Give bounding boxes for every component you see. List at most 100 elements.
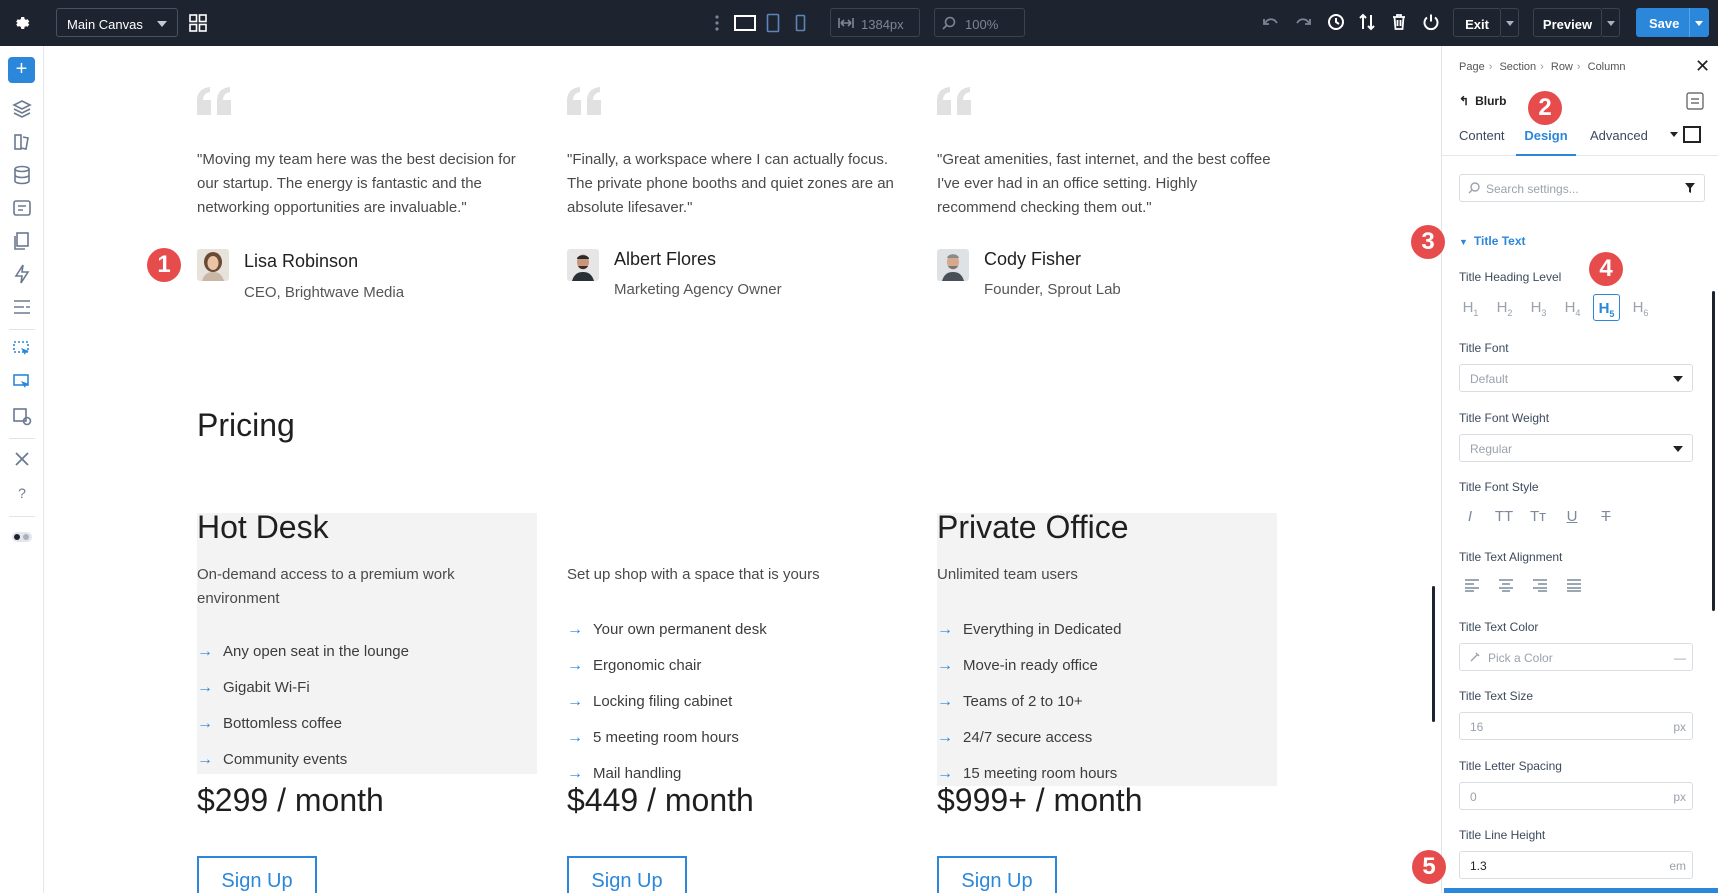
- signup-button[interactable]: Sign Up: [197, 856, 317, 893]
- annotation-badge-3: 3: [1411, 225, 1445, 259]
- preview-dropdown-toggle[interactable]: [1602, 8, 1620, 37]
- plan-description: Set up shop with a space that is yours: [567, 566, 820, 583]
- uppercase-icon[interactable]: TT: [1493, 508, 1515, 525]
- canvas-width-value: 1384px: [861, 17, 904, 32]
- panel-scrollbar[interactable]: [1712, 291, 1715, 611]
- testimonial-role: Founder, Sprout Lab: [984, 281, 1121, 298]
- layers-icon[interactable]: [11, 98, 33, 120]
- testimonial-quote: "Moving my team here was the best decisi…: [197, 151, 516, 216]
- exit-button[interactable]: Exit: [1453, 8, 1501, 37]
- title-text-group[interactable]: ▼ Title Text: [1459, 234, 1526, 248]
- sidebar-divider: [9, 516, 35, 517]
- title-font-weight-label: Title Font Weight: [1459, 411, 1550, 425]
- align-center-icon[interactable]: [1498, 578, 1514, 592]
- strikethrough-icon[interactable]: T: [1595, 508, 1617, 525]
- heading-level-h4[interactable]: H4: [1559, 294, 1586, 321]
- title-letter-spacing-input[interactable]: 0 px: [1459, 782, 1693, 810]
- filter-icon[interactable]: [1684, 182, 1696, 194]
- trash-icon[interactable]: [1391, 13, 1407, 31]
- power-icon[interactable]: [1422, 13, 1440, 31]
- tab-content[interactable]: Content: [1459, 128, 1505, 156]
- annotation-badge-2: 2: [1528, 91, 1562, 125]
- plan-title: Hot Desk: [197, 509, 329, 545]
- avatar: [567, 249, 599, 281]
- title-text-size-label: Title Text Size: [1459, 689, 1534, 703]
- history-clock-icon[interactable]: [1327, 13, 1345, 31]
- italic-icon[interactable]: I: [1459, 508, 1481, 525]
- chevron-down-icon: [1673, 376, 1683, 382]
- more-vertical-icon[interactable]: [714, 14, 720, 32]
- signup-button[interactable]: Sign Up: [567, 856, 687, 893]
- align-right-icon[interactable]: [1532, 578, 1548, 592]
- panel-options-icon[interactable]: [1686, 92, 1704, 110]
- tab-advanced[interactable]: Advanced: [1590, 128, 1648, 156]
- list-icon[interactable]: [11, 296, 33, 318]
- plan-feature: Teams of 2 to 10+: [937, 693, 1083, 711]
- database-icon[interactable]: [11, 164, 33, 186]
- breadcrumb-item[interactable]: Page: [1459, 61, 1485, 73]
- tablet-view-icon[interactable]: [766, 13, 780, 33]
- signup-button[interactable]: Sign Up: [937, 856, 1057, 893]
- preview-button[interactable]: Preview: [1533, 8, 1602, 37]
- sort-arrows-icon[interactable]: [1359, 13, 1375, 31]
- testimonial-name: Cody Fisher: [984, 249, 1082, 269]
- title-font-weight-select[interactable]: Regular: [1459, 434, 1693, 462]
- plan-feature: Gigabit Wi-Fi: [197, 679, 310, 697]
- testimonial-role: CEO, Brightwave Media: [244, 284, 405, 301]
- heading-level-h2[interactable]: H2: [1491, 294, 1518, 321]
- heading-level-h3[interactable]: H3: [1525, 294, 1552, 321]
- title-font-select[interactable]: Default: [1459, 364, 1693, 392]
- phone-view-icon[interactable]: [795, 14, 806, 32]
- heading-level-h5[interactable]: H5: [1593, 294, 1620, 321]
- plan-description: On-demand access to a premium work envir…: [197, 566, 455, 607]
- multi-select-icon[interactable]: [11, 372, 33, 394]
- chevron-down-icon: [157, 21, 167, 27]
- title-text-size-input[interactable]: 16 px: [1459, 712, 1693, 740]
- cursor-select-icon[interactable]: [11, 339, 33, 361]
- tab-design[interactable]: Design: [1516, 128, 1576, 156]
- grid-layout-icon[interactable]: [189, 14, 207, 32]
- capitalize-icon[interactable]: Tт: [1527, 508, 1549, 525]
- title-text-color-picker[interactable]: Pick a Color —: [1459, 643, 1693, 671]
- top-toolbar: Main Canvas 1384px 100% Exit Preview Sav…: [0, 0, 1718, 46]
- breadcrumb-item[interactable]: Row: [1551, 61, 1573, 73]
- add-module-button[interactable]: +: [8, 57, 35, 83]
- desktop-view-icon[interactable]: [734, 14, 756, 32]
- line-height-unit: em: [1669, 859, 1686, 873]
- heading-level-h1[interactable]: H1: [1457, 294, 1484, 321]
- breadcrumb-item[interactable]: Column: [1588, 61, 1626, 73]
- align-left-icon[interactable]: [1464, 578, 1480, 592]
- settings-search-input[interactable]: Search settings...: [1459, 174, 1705, 202]
- save-button[interactable]: Save: [1636, 8, 1709, 37]
- back-arrow-icon[interactable]: ↰: [1459, 94, 1469, 108]
- tools-icon[interactable]: [11, 448, 33, 470]
- toggle-icon[interactable]: [11, 526, 33, 548]
- preset-settings-icon[interactable]: [11, 405, 33, 427]
- line-height-value: 1.3: [1470, 859, 1487, 873]
- form-icon[interactable]: [11, 197, 33, 219]
- heading-level-h6[interactable]: H6: [1627, 294, 1654, 321]
- chevron-down-icon: [1506, 21, 1514, 26]
- close-icon[interactable]: ✕: [1695, 56, 1710, 77]
- library-icon[interactable]: [11, 131, 33, 153]
- color-dash: —: [1674, 651, 1686, 665]
- breadcrumb-item[interactable]: Section: [1499, 61, 1536, 73]
- help-icon[interactable]: ?: [11, 482, 33, 504]
- window-mode-icon[interactable]: [1683, 126, 1701, 143]
- undo-icon[interactable]: [1262, 14, 1280, 32]
- align-justify-icon[interactable]: [1566, 578, 1582, 592]
- canvas-select[interactable]: Main Canvas: [56, 8, 178, 37]
- redo-icon[interactable]: [1294, 14, 1312, 32]
- annotation-badge-1: 1: [147, 248, 181, 282]
- canvas-scrollbar[interactable]: [1432, 586, 1435, 722]
- sidebar-divider: [9, 438, 35, 439]
- lightning-icon[interactable]: [11, 263, 33, 285]
- title-line-height-input[interactable]: 1.3 em: [1459, 851, 1693, 879]
- eyedropper-icon: [1470, 652, 1480, 662]
- exit-dropdown-toggle[interactable]: [1501, 8, 1519, 37]
- search-icon: [1468, 182, 1480, 194]
- pages-icon[interactable]: [11, 230, 33, 252]
- chevron-down-icon[interactable]: [1670, 132, 1678, 137]
- underline-icon[interactable]: U: [1561, 508, 1583, 525]
- settings-gear-icon[interactable]: [12, 14, 30, 32]
